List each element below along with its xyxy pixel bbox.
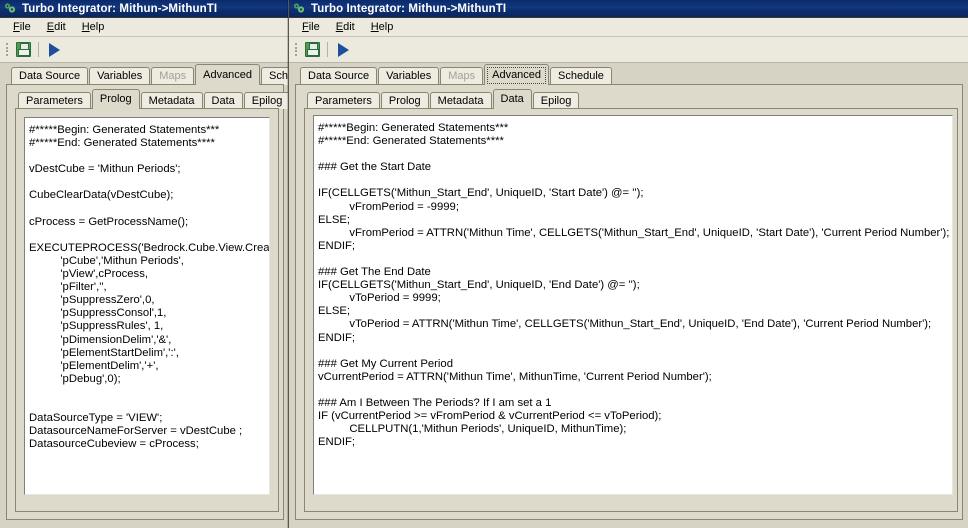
code-editor-left[interactable]: #*****Begin: Generated Statements*** #**… — [24, 117, 270, 495]
save-button-right[interactable] — [301, 40, 323, 60]
window-turbo-integrator-right[interactable]: Turbo Integrator: Mithun->MithunTI File … — [287, 0, 968, 528]
gears-icon — [293, 2, 306, 15]
gears-icon — [4, 2, 17, 15]
menubar-right[interactable]: File Edit Help — [289, 18, 968, 37]
window-turbo-integrator-left[interactable]: Turbo Integrator: Mithun->MithunTI File … — [0, 0, 315, 528]
save-button-left[interactable] — [12, 40, 34, 60]
tab-maps-right: Maps — [440, 67, 484, 85]
save-icon — [15, 42, 31, 57]
run-button-right[interactable] — [332, 40, 354, 60]
menu-file-left[interactable]: File — [5, 19, 39, 35]
titlebar-right[interactable]: Turbo Integrator: Mithun->MithunTI — [289, 0, 968, 18]
menu-help-right[interactable]: Help — [363, 19, 402, 35]
outer-tab-panel-left: Parameters Prolog Metadata Data Epilog #… — [6, 84, 291, 520]
code-text-left[interactable]: #*****Begin: Generated Statements*** #**… — [25, 118, 269, 451]
tab-maps-left: Maps — [151, 67, 195, 85]
tab-advanced-label-right: Advanced — [492, 69, 542, 81]
run-button-left[interactable] — [43, 40, 65, 60]
inner-tab-data-left[interactable]: Data — [203, 92, 243, 109]
inner-tabstrip-right[interactable]: Parameters Prolog Metadata Data Epilog — [296, 85, 962, 109]
inner-tab-parameters-right[interactable]: Parameters — [307, 92, 380, 109]
tab-variables-left[interactable]: Variables — [89, 67, 151, 85]
toolbar-separator-left — [38, 42, 39, 57]
inner-tab-epilog-right[interactable]: Epilog — [532, 92, 580, 109]
window-title-right: Turbo Integrator: Mithun->MithunTI — [311, 2, 507, 15]
inner-tab-panel-left: #*****Begin: Generated Statements*** #**… — [15, 108, 279, 512]
inner-tab-panel-right: #*****Begin: Generated Statements*** #**… — [304, 108, 958, 512]
tab-data-source-right[interactable]: Data Source — [300, 67, 378, 85]
menubar-left[interactable]: File Edit Help — [0, 18, 289, 37]
desktop: Turbo Integrator: Mithun->MithunTI File … — [0, 0, 968, 528]
toolbar-separator-right — [327, 42, 328, 57]
code-text-right[interactable]: #*****Begin: Generated Statements*** #**… — [314, 116, 952, 449]
menu-help-left[interactable]: Help — [74, 19, 113, 35]
titlebar-left[interactable]: Turbo Integrator: Mithun->MithunTI — [0, 0, 289, 18]
run-icon — [48, 42, 60, 57]
menu-edit-right[interactable]: Edit — [328, 19, 363, 35]
inner-tabstrip-left[interactable]: Parameters Prolog Metadata Data Epilog — [7, 85, 291, 109]
inner-tab-data-right[interactable]: Data — [492, 89, 532, 109]
inner-tab-metadata-left[interactable]: Metadata — [140, 92, 203, 109]
inner-tab-prolog-left[interactable]: Prolog — [91, 89, 140, 109]
save-icon — [304, 42, 320, 57]
client-area-left: Data Source Variables Maps Advanced Sche… — [0, 64, 315, 528]
toolbar-grip-left[interactable] — [4, 42, 9, 58]
window-title-left: Turbo Integrator: Mithun->MithunTI — [22, 2, 218, 15]
toolbar-left[interactable] — [0, 37, 289, 63]
run-icon — [337, 42, 349, 57]
menu-file-right[interactable]: File — [294, 19, 328, 35]
inner-tab-metadata-right[interactable]: Metadata — [429, 92, 492, 109]
outer-tab-panel-right: Parameters Prolog Metadata Data Epilog #… — [295, 84, 963, 520]
inner-tab-parameters-left[interactable]: Parameters — [18, 92, 91, 109]
outer-tabstrip-left[interactable]: Data Source Variables Maps Advanced Sche… — [0, 64, 315, 85]
code-editor-right[interactable]: #*****Begin: Generated Statements*** #**… — [313, 115, 953, 495]
inner-tab-prolog-right[interactable]: Prolog — [380, 92, 429, 109]
toolbar-grip-right[interactable] — [293, 42, 298, 58]
tab-variables-right[interactable]: Variables — [378, 67, 440, 85]
tab-advanced-left[interactable]: Advanced — [195, 64, 261, 85]
tab-data-source-left[interactable]: Data Source — [11, 67, 89, 85]
client-area-right: Data Source Variables Maps Advanced Sche… — [289, 64, 968, 528]
menu-edit-left[interactable]: Edit — [39, 19, 74, 35]
tab-advanced-right[interactable]: Advanced — [484, 64, 550, 85]
outer-tabstrip-right[interactable]: Data Source Variables Maps Advanced Sche… — [289, 64, 968, 85]
tab-schedule-right[interactable]: Schedule — [550, 67, 612, 85]
toolbar-right[interactable] — [289, 37, 968, 63]
inner-tab-epilog-left[interactable]: Epilog — [243, 92, 291, 109]
